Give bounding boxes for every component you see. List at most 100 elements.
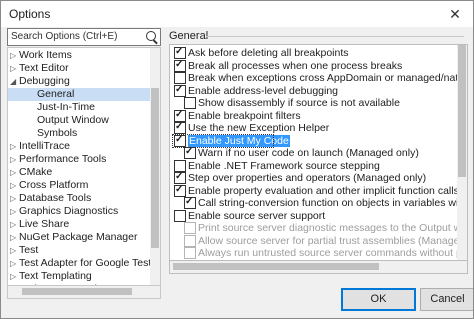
collapsed-arrow-icon[interactable]: ▷ <box>10 192 19 205</box>
option-checkbox <box>184 222 196 234</box>
option-label: Warn if no user code on launch (Managed … <box>198 147 419 159</box>
section-divider <box>206 36 464 37</box>
tree-item-label: Text Editor <box>19 62 69 74</box>
option-checkbox <box>184 247 196 259</box>
tree-item[interactable]: ◢ Debugging <box>8 75 70 88</box>
option-label: Enable breakpoint filters <box>188 109 301 122</box>
option-checkbox <box>184 234 196 247</box>
tree-item-label: Live Share <box>19 218 70 230</box>
collapsed-arrow-icon[interactable]: ▷ <box>10 153 19 166</box>
tree-item-label: Test Adapter for Google Test <box>19 257 152 269</box>
option-label: Step over properties and operators (Mana… <box>188 172 427 184</box>
option-label: Allow source server for partial trust as… <box>198 234 468 247</box>
collapsed-arrow-icon[interactable]: ▷ <box>10 218 19 231</box>
option-checkbox[interactable] <box>174 184 186 197</box>
collapsed-arrow-icon[interactable]: ▷ <box>10 270 19 283</box>
option-checkbox[interactable] <box>184 196 196 209</box>
tree-item-label: Performance Tools <box>19 153 107 165</box>
option-label: Enable .NET Framework source stepping <box>188 159 380 172</box>
options-vertical-scrollbar[interactable] <box>457 45 467 261</box>
options-list: Always run untrusted source server comma… <box>169 44 468 262</box>
option-label: Enable address-level debugging <box>188 84 339 97</box>
expanded-arrow-icon[interactable]: ◢ <box>10 75 19 88</box>
collapsed-arrow-icon[interactable]: ▷ <box>10 49 19 62</box>
close-icon[interactable]: ✕ <box>437 1 473 27</box>
tree-item-label: Database Tools <box>19 192 92 204</box>
option-checkbox[interactable] <box>184 146 196 159</box>
collapsed-arrow-icon[interactable]: ▷ <box>10 244 19 257</box>
option-checkbox[interactable] <box>174 171 186 184</box>
option-checkbox[interactable] <box>174 46 186 59</box>
options-horizontal-scrollbar[interactable] <box>169 260 468 274</box>
collapsed-arrow-icon[interactable]: ▷ <box>10 140 19 153</box>
option-checkbox[interactable] <box>174 72 186 84</box>
tree-item[interactable]: ▷ Graphics Diagnostics <box>8 205 118 218</box>
search-icon[interactable] <box>146 31 156 41</box>
tree-item[interactable]: ▷ Cross Platform <box>8 179 88 192</box>
option-label: Use the new Exception Helper <box>188 122 330 134</box>
collapsed-arrow-icon[interactable]: ▷ <box>10 179 19 192</box>
collapsed-arrow-icon[interactable]: ▷ <box>10 62 19 75</box>
search-options-text: Search Options (Ctrl+E) <box>11 31 118 42</box>
tree-item-label: IntelliTrace <box>19 140 70 152</box>
title-bar: Options ✕ <box>1 1 473 27</box>
tree-item[interactable]: ▷ Text Templating <box>8 270 92 283</box>
tree-item[interactable]: Symbols <box>8 127 77 140</box>
option-label: Ask before deleting all breakpoints <box>188 47 349 59</box>
tree-item[interactable]: ▷ Performance Tools <box>8 153 106 166</box>
tree-item-label: Just-In-Time <box>37 101 95 113</box>
search-options-input[interactable]: Search Options (Ctrl+E) <box>7 28 161 46</box>
tree-item[interactable]: ▷ Test Adapter for Google Test <box>8 257 151 270</box>
tree-item-label: Cross Platform <box>19 179 89 191</box>
tree-item-label: Debugging <box>19 75 70 87</box>
section-title: General <box>169 30 209 42</box>
option-label: Call string-conversion function on objec… <box>198 197 468 209</box>
collapsed-arrow-icon[interactable]: ▷ <box>10 231 19 244</box>
option-label: Always run untrusted source server comma… <box>198 247 467 259</box>
tree-item-label: Symbols <box>37 127 78 139</box>
option-label: Enable source server support <box>188 209 326 222</box>
tree-item-label: Test <box>19 244 39 256</box>
collapsed-arrow-icon[interactable]: ▷ <box>10 166 19 179</box>
tree-item-label: Work Items <box>19 49 72 61</box>
option-label: Show disassembly if source is not availa… <box>198 97 400 109</box>
option-checkbox[interactable] <box>174 59 186 72</box>
options-horizontal-scroll-thumb[interactable] <box>173 263 379 270</box>
tree-item-label: General <box>37 88 75 100</box>
options-vertical-scroll-thumb[interactable] <box>458 45 466 177</box>
option-label: Enable property evaluation and other imp… <box>188 184 459 197</box>
collapsed-arrow-icon[interactable]: ▷ <box>10 205 19 218</box>
tree-item[interactable]: ▷ IntelliTrace <box>8 140 70 153</box>
option-checkbox[interactable] <box>174 209 186 222</box>
window-title: Options <box>9 7 51 21</box>
tree-item[interactable]: ▷ CMake <box>8 166 52 179</box>
tree-item[interactable]: ▷ Text Editor <box>8 62 69 75</box>
tree-horizontal-scrollbar[interactable] <box>7 285 161 299</box>
tree-item[interactable]: ▷ Live Share <box>8 218 69 231</box>
cancel-button[interactable]: Cancel <box>420 288 473 311</box>
option-checkbox[interactable] <box>184 97 196 109</box>
collapsed-arrow-icon[interactable]: ▷ <box>10 257 19 270</box>
option-checkbox[interactable] <box>174 84 186 97</box>
option-label: Break all processes when one process bre… <box>188 59 403 72</box>
tree-item-label: Output Window <box>37 114 109 126</box>
options-tree: ▷Web Forms Designer▷Text Templating▷Test… <box>7 47 161 286</box>
tree-horizontal-scroll-thumb[interactable] <box>22 288 132 295</box>
tree-vertical-scroll-thumb[interactable] <box>151 88 159 248</box>
tree-item[interactable]: ▷ Database Tools <box>8 192 91 205</box>
option-checkbox[interactable] <box>174 109 186 122</box>
option-checkbox[interactable] <box>174 121 186 134</box>
tree-item[interactable]: Just-In-Time <box>8 101 95 114</box>
tree-item[interactable]: General <box>8 88 160 101</box>
ok-button[interactable]: OK <box>341 288 416 311</box>
option-label: Break when exceptions cross AppDomain or… <box>188 72 468 84</box>
option-checkbox[interactable] <box>174 159 186 172</box>
tree-item[interactable]: ▷ NuGet Package Manager <box>8 231 137 244</box>
tree-item-label: CMake <box>19 166 53 178</box>
option-label: Print source server diagnostic messages … <box>198 222 468 234</box>
tree-item[interactable]: Output Window <box>8 114 109 127</box>
options-dialog: Options ✕ Search Options (Ctrl+E) ▷Web F… <box>0 0 474 319</box>
tree-item[interactable]: ▷ Work Items <box>8 49 72 62</box>
tree-vertical-scrollbar[interactable] <box>150 48 160 285</box>
tree-item[interactable]: ▷ Test <box>8 244 38 257</box>
